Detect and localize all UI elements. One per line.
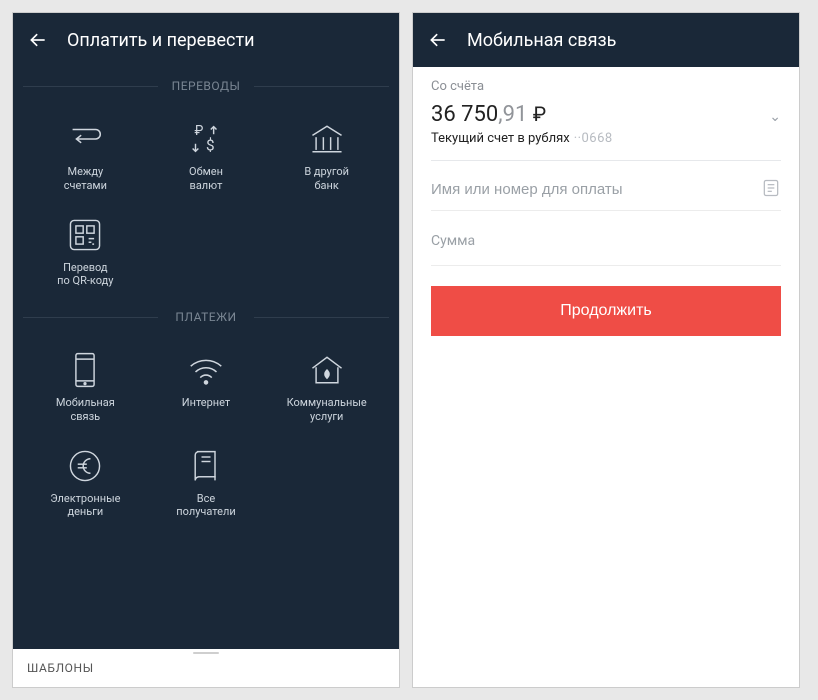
tile-emoney[interactable]: Электронные деньги: [25, 440, 146, 526]
sheet-handle-icon: [193, 652, 219, 654]
bank-icon: [303, 117, 351, 161]
chevron-down-icon: ⌄: [759, 109, 781, 125]
wifi-icon: [182, 348, 230, 392]
section-transfers-label: ПЕРЕВОДЫ: [13, 73, 399, 99]
account-selector[interactable]: 36 750,91 ₽ ⌄: [431, 102, 781, 127]
tile-label: Обмен валют: [189, 165, 223, 193]
header-title: Мобильная связь: [467, 30, 616, 51]
tile-qr[interactable]: Перевод по QR-коду: [25, 209, 146, 295]
tile-all-payees[interactable]: Все получатели: [146, 440, 267, 526]
amount-field[interactable]: Сумма: [431, 211, 781, 266]
recipient-field: [431, 161, 781, 211]
swap-icon: [61, 117, 109, 161]
mobile-phone-icon: [61, 348, 109, 392]
arrow-left-icon: [428, 30, 448, 50]
house-utilities-icon: [303, 348, 351, 392]
svg-text:₽: ₽: [195, 124, 204, 139]
templates-sheet[interactable]: ШАБЛОНЫ: [13, 649, 399, 687]
payments-grid: Мобильная связь Интернет Коммунальные ус…: [13, 344, 399, 529]
mobile-payment-screen: Мобильная связь Со счёта 36 750,91 ₽ ⌄ Т…: [412, 12, 800, 688]
recipient-input[interactable]: [431, 179, 781, 210]
tile-label: Мобильная связь: [56, 396, 115, 424]
tile-label: Перевод по QR-коду: [57, 261, 113, 289]
book-icon: [182, 444, 230, 488]
tile-mobile[interactable]: Мобильная связь: [25, 344, 146, 430]
tile-label: В другой банк: [304, 165, 349, 193]
header: Мобильная связь: [413, 13, 799, 67]
transfers-grid: Между счетами ₽$ Обмен валют В другой ба…: [13, 113, 399, 298]
back-button[interactable]: [27, 29, 49, 51]
payment-form: Со счёта 36 750,91 ₽ ⌄ Текущий счет в ру…: [413, 67, 799, 336]
tile-label: Коммунальные услуги: [287, 396, 367, 424]
header-title: Оплатить и перевести: [67, 30, 255, 51]
header: Оплатить и перевести: [13, 13, 399, 67]
account-caption: Со счёта: [431, 79, 781, 94]
emoney-icon: [61, 444, 109, 488]
account-subline: Текущий счет в рублях··0668: [431, 131, 781, 146]
section-payments-label: ПЛАТЕЖИ: [13, 304, 399, 330]
tile-exchange[interactable]: ₽$ Обмен валют: [146, 113, 267, 199]
payments-menu-screen: Оплатить и перевести ПЕРЕВОДЫ Между счет…: [12, 12, 400, 688]
amount-label: Сумма: [431, 233, 475, 249]
tile-between-accounts[interactable]: Между счетами: [25, 113, 146, 199]
continue-button[interactable]: Продолжить: [431, 286, 781, 336]
tile-label: Интернет: [182, 396, 230, 410]
arrow-left-icon: [28, 30, 48, 50]
tile-other-bank[interactable]: В другой банк: [266, 113, 387, 199]
qr-code-icon: [61, 213, 109, 257]
currency-exchange-icon: ₽$: [182, 117, 230, 161]
tile-label: Электронные деньги: [50, 492, 120, 520]
tile-internet[interactable]: Интернет: [146, 344, 267, 430]
sheet-title: ШАБЛОНЫ: [27, 661, 94, 675]
back-button[interactable]: [427, 29, 449, 51]
account-balance: 36 750,91 ₽: [431, 102, 546, 127]
tile-label: Все получатели: [176, 492, 235, 520]
tile-label: Между счетами: [64, 165, 107, 193]
contacts-icon[interactable]: [761, 178, 781, 198]
svg-text:$: $: [206, 136, 215, 154]
tile-utilities[interactable]: Коммунальные услуги: [266, 344, 387, 430]
